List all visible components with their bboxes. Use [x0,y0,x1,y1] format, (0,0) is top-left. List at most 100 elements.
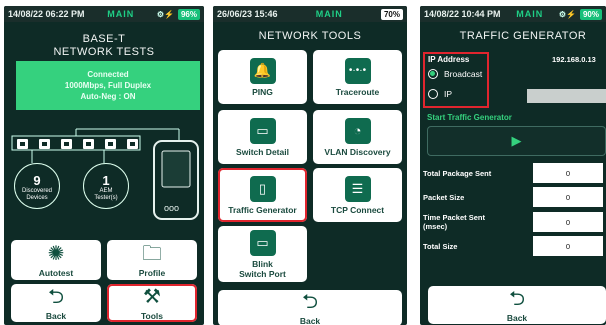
discovered-label-1: Discovered [21,188,52,194]
discovered-devices-counter[interactable]: 9 Discovered Devices [14,163,60,209]
status-bar: 14/08/22 06:22 PM MAIN ⚙⚡ 96% [4,6,204,22]
port-icon [39,139,50,149]
gauge-icon: ◔ [344,117,371,144]
svg-text:ooo: ooo [164,203,179,213]
time-packet-sent-label-2: (msec) [423,222,448,231]
ip-address-label: IP Address [428,55,470,64]
total-size-row: Total Size 0 [423,236,606,256]
switch-port-icon: ▭ [249,229,276,256]
aem-count: 1 [102,173,110,188]
total-package-sent-row: Total Package Sent 0 [423,163,606,183]
play-icon: ▶ [511,133,522,148]
start-label: Start Traffic Generator [427,113,512,122]
radio-unselected-icon [428,89,438,99]
port-icon [127,139,138,149]
page-title-line2: NETWORK TESTS [53,46,155,58]
radio-selected-icon [428,69,438,79]
settings-icon: ⚙⚡ [558,9,576,19]
status-mode: MAIN [315,9,343,19]
time-packet-sent-label-1: Time Packet Sent [423,213,485,222]
battery-badge: 96% [177,8,200,20]
ping-label: PING [252,86,273,97]
ip-input[interactable] [527,89,606,103]
traceroute-button[interactable]: •·•·• Traceroute [313,50,402,104]
packet-size-value: 0 [533,187,603,207]
discovered-count: 9 [33,173,41,188]
total-size-label: Total Size [423,241,458,251]
autotest-button[interactable]: ✺ Autotest [11,240,101,280]
ping-button[interactable]: 🔔 PING [218,50,307,104]
switch-detail-label: Switch Detail [236,146,289,157]
broadcast-label: Broadcast [444,69,483,79]
start-button[interactable]: ▶ [427,126,606,156]
base-t-screen: 14/08/22 06:22 PM MAIN ⚙⚡ 96% BASE-T NET… [4,6,204,325]
switch-icon: ▭ [249,117,276,144]
network-tools-screen: 26/06/23 15:46 MAIN 70% NETWORK TOOLS 🔔 … [213,6,407,325]
traffic-light-icon: ▯ [249,175,276,202]
back-label: Back [45,310,67,321]
traceroute-label: Traceroute [335,86,380,97]
packet-size-row: Packet Size 0 [423,187,606,207]
broadcast-radio[interactable]: Broadcast [428,69,482,79]
folder-icon: 🗀 [142,242,162,265]
packet-size-label: Packet Size [423,192,465,202]
status-bar: 26/06/23 15:46 MAIN 70% [213,6,407,22]
ip-address-value: 192.168.0.13 [552,55,596,64]
back-arrow-icon: ⮌ [508,287,526,310]
blink-label-1: Blink [252,258,273,269]
link-speed: 1000Mbps, Full Duplex [64,81,152,90]
link-state: Connected [87,70,129,79]
port-icon [61,139,72,149]
port-icon [105,139,116,149]
traffic-generator-label: Traffic Generator [228,204,297,215]
status-time: 14/08/22 06:22 PM [8,9,85,19]
status-mode: MAIN [516,9,544,19]
back-button[interactable]: ⮌ Back [428,286,606,324]
link-status-banner: Connected 1000Mbps, Full Duplex Auto-Neg… [16,61,200,110]
settings-icon: ⚙⚡ [156,9,174,19]
traffic-generator-button[interactable]: ▯ Traffic Generator [218,168,307,222]
tools-button[interactable]: ⚒ Tools [107,284,197,322]
profile-button[interactable]: 🗀 Profile [107,240,197,280]
total-package-sent-label: Total Package Sent [423,168,492,178]
database-icon: ☰ [344,175,371,202]
tcp-connect-button[interactable]: ☰ TCP Connect [313,168,402,222]
traceroute-icon: •·•·• [344,57,371,84]
ping-icon: 🔔 [249,57,276,84]
aem-label-2: Tester(s) [94,195,118,201]
tools-icon: ⚒ [143,285,161,308]
total-package-sent-value: 0 [533,163,603,183]
back-label: Back [299,315,321,325]
profile-label: Profile [138,267,166,278]
battery-badge: 70% [380,8,403,20]
vlan-discovery-button[interactable]: ◔ VLAN Discovery [313,110,402,164]
auto-neg: Auto-Neg : ON [80,92,136,101]
blink-switch-port-button[interactable]: ▭ Blink Switch Port [218,226,307,282]
aem-testers-counter[interactable]: 1 AEM Tester(s) [83,163,129,209]
port-icon [83,139,94,149]
status-time: 14/08/22 10:44 PM [424,9,501,19]
port-icon [17,139,28,149]
page-title: NETWORK TOOLS [258,30,362,42]
page-title: TRAFFIC GENERATOR [459,30,587,42]
tcp-connect-label: TCP Connect [330,204,385,215]
back-label: Back [506,312,528,323]
back-button[interactable]: ⮌ Back [218,290,402,325]
status-time: 26/06/23 15:46 [217,9,278,19]
blink-label-2: Switch Port [239,268,286,279]
status-mode: MAIN [107,9,135,19]
discovered-label-2: Devices [26,195,48,201]
time-packet-sent-row: Time Packet Sent (msec) 0 [423,211,606,233]
back-arrow-icon: ⮌ [47,285,65,308]
autotest-icon: ✺ [47,242,65,265]
vlan-discovery-label: VLAN Discovery [324,146,391,157]
back-button[interactable]: ⮌ Back [11,284,101,322]
back-arrow-icon: ⮌ [301,290,319,313]
ip-radio[interactable]: IP [428,89,452,99]
autotest-label: Autotest [38,267,74,278]
aem-label-1: AEM [99,188,113,194]
switch-detail-button[interactable]: ▭ Switch Detail [218,110,307,164]
ip-label: IP [444,89,453,99]
total-size-value: 0 [533,236,603,256]
status-bar: 14/08/22 10:44 PM MAIN ⚙⚡ 90% [420,6,606,22]
